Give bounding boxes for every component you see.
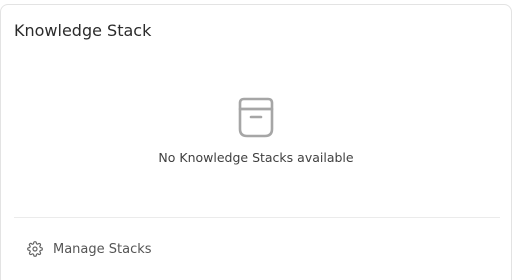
manage-stacks-label: Manage Stacks — [53, 241, 152, 257]
archive-box-icon — [234, 95, 278, 139]
knowledge-stack-card: Knowledge Stack No Knowledge Stacks avai… — [0, 4, 512, 280]
empty-message: No Knowledge Stacks available — [158, 150, 354, 165]
manage-stacks-button[interactable]: Manage Stacks — [27, 241, 152, 257]
gear-icon — [27, 241, 53, 257]
card-title: Knowledge Stack — [14, 21, 152, 40]
divider — [14, 217, 500, 218]
empty-state: No Knowledge Stacks available — [1, 95, 511, 165]
